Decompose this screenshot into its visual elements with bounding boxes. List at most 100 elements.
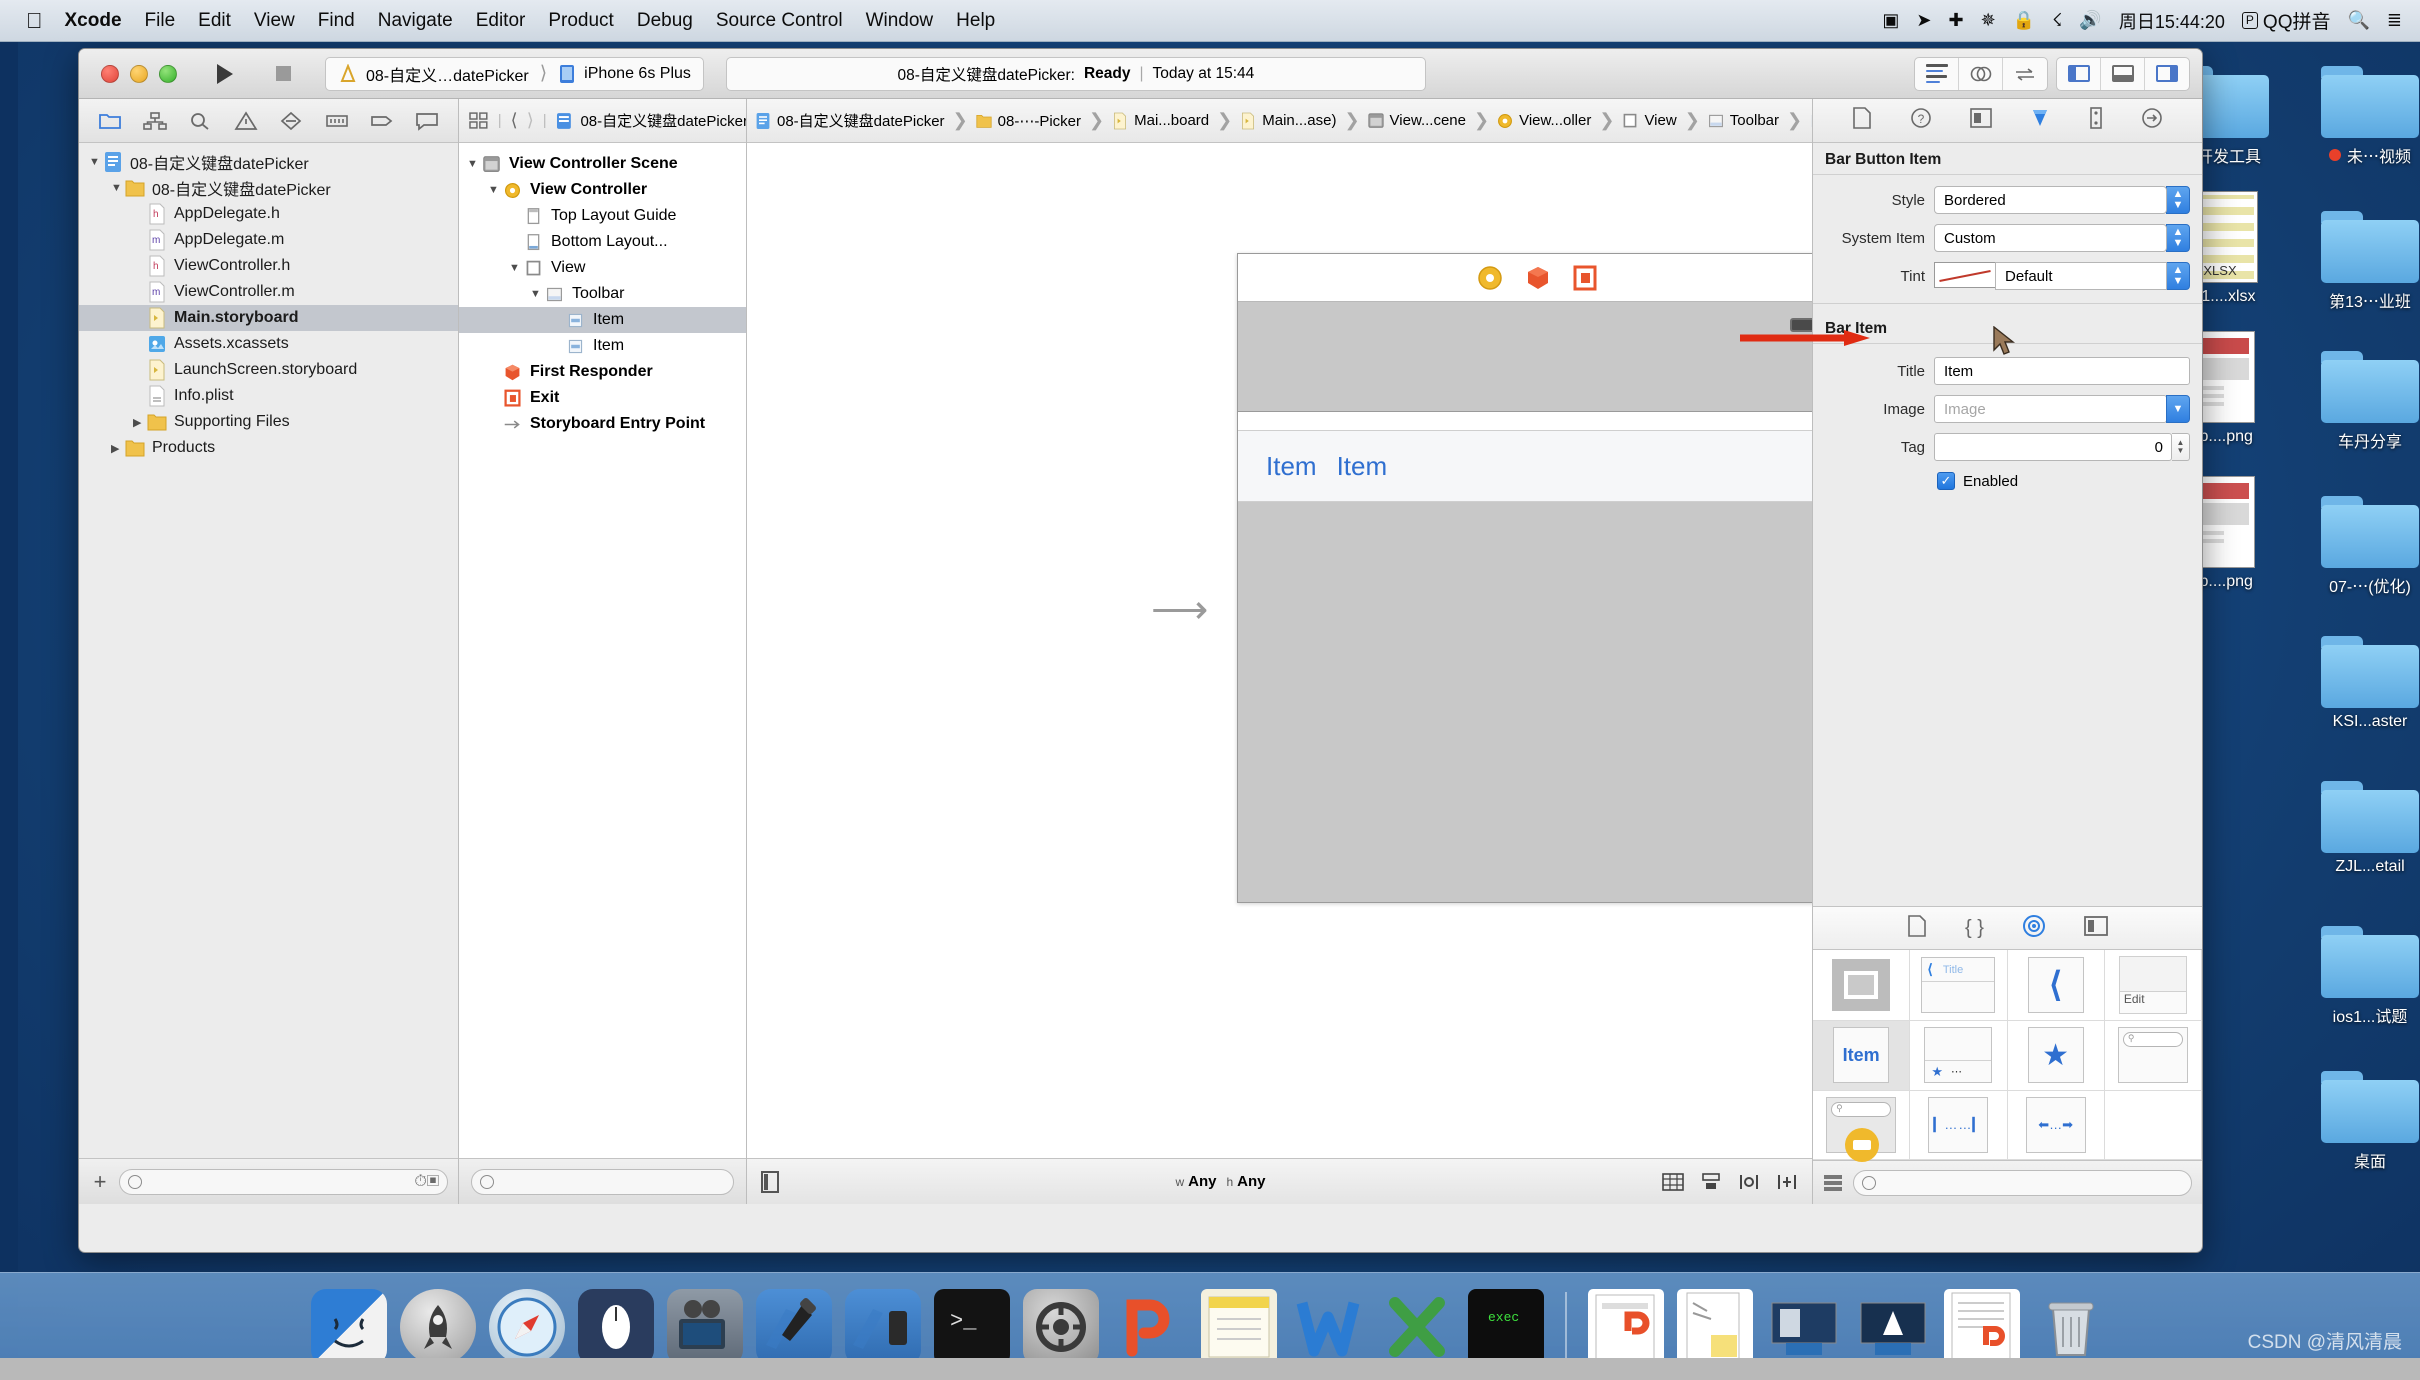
- disclosure-triangle-icon[interactable]: ▼: [530, 288, 544, 300]
- test-navigator-tab[interactable]: [278, 109, 304, 133]
- search-icon[interactable]: 🔍: [2347, 10, 2369, 31]
- size-inspector-tab[interactable]: [2089, 107, 2103, 134]
- file-tree-row[interactable]: Info.plist: [79, 383, 458, 409]
- outline-row[interactable]: ▼ View Controller Scene: [459, 151, 746, 177]
- breakpoint-navigator-tab[interactable]: [369, 109, 395, 133]
- size-class-indicator[interactable]: w Any h Any: [1175, 1173, 1265, 1190]
- toolbar-bar-button-item-2[interactable]: Item: [1337, 451, 1388, 482]
- object-library-grid[interactable]: ⟨ Title ⟨ Edit Item ★ ⋯ ★ ⚲ ⚲ ▎……▎ ⬅…➡: [1813, 950, 2202, 1162]
- menu-item-xcode[interactable]: Xcode: [65, 10, 122, 32]
- menu-item-editor[interactable]: Editor: [476, 10, 526, 32]
- outline-row[interactable]: Storyboard Entry Point: [459, 411, 746, 437]
- dock-recent-screen-doc-1[interactable]: [1766, 1289, 1842, 1365]
- tint-popup[interactable]: Default: [1995, 262, 2167, 290]
- bluetooth-icon[interactable]: ✵: [1981, 10, 1996, 31]
- file-tree-row[interactable]: ▼ 08-自定义键盘datePicker: [79, 149, 458, 175]
- dock-app-finder[interactable]: [311, 1288, 387, 1375]
- chevron-updown-icon[interactable]: ▲ ▼: [2166, 224, 2190, 252]
- standard-editor-button[interactable]: [1915, 57, 1959, 90]
- dock-recent-screen-doc-2[interactable]: [1855, 1289, 1931, 1365]
- file-tree-row[interactable]: ▶ Supporting Files: [79, 409, 458, 435]
- menu-bar-clock[interactable]: 周日15:44:20: [2119, 8, 2225, 34]
- menu-item-help[interactable]: Help: [956, 10, 995, 32]
- outline-row[interactable]: ▼ View: [459, 255, 746, 281]
- file-tree-row[interactable]: LaunchScreen.storyboard: [79, 357, 458, 383]
- title-input[interactable]: Item: [1934, 357, 2190, 385]
- desktop-icon[interactable]: 桌面: [2285, 1065, 2420, 1172]
- library-item-tab-bar-item[interactable]: ★: [2007, 1021, 2105, 1091]
- toggle-navigator-button[interactable]: [2057, 57, 2101, 90]
- disclosure-open-icon[interactable]: ▼: [89, 156, 103, 168]
- library-item-bar-button-item[interactable]: Item: [1813, 1021, 1911, 1091]
- tint-color-swatch[interactable]: [1934, 262, 1996, 288]
- menu-item-debug[interactable]: Debug: [637, 10, 693, 32]
- constraints-icon[interactable]: [1662, 1172, 1684, 1192]
- file-tree-row[interactable]: Main.storyboard: [79, 305, 458, 331]
- enabled-checkbox[interactable]: ✓: [1937, 472, 1955, 490]
- menu-item-source-control[interactable]: Source Control: [716, 10, 843, 32]
- dock-app-quicktime[interactable]: [667, 1288, 743, 1375]
- library-search-input[interactable]: [1882, 1174, 2183, 1191]
- dock-trash[interactable]: [2033, 1289, 2109, 1365]
- location-icon[interactable]: ➤: [1916, 10, 1931, 31]
- filter-input[interactable]: [148, 1173, 409, 1190]
- first-responder-icon[interactable]: [1525, 265, 1551, 291]
- forward-button[interactable]: ⟩: [527, 110, 534, 131]
- file-tree-row[interactable]: ▼ 08-自定义键盘datePicker: [79, 175, 458, 201]
- desktop-icon[interactable]: 未⋯视频: [2285, 60, 2420, 167]
- close-button[interactable]: [101, 64, 119, 83]
- outline-row[interactable]: Top Layout Guide: [459, 203, 746, 229]
- vpn-shield-icon[interactable]: ☇: [2052, 10, 2062, 31]
- library-item-fixed-space-bar-button[interactable]: ▎……▎: [1910, 1090, 2008, 1160]
- version-editor-button[interactable]: [2003, 58, 2047, 90]
- input-method-indicator[interactable]: P QQ拼音: [2241, 7, 2330, 34]
- outline-row[interactable]: First Responder: [459, 359, 746, 385]
- chevron-updown-icon[interactable]: ▲ ▼: [2166, 186, 2190, 214]
- interface-builder-canvas[interactable]: ⟶ Item Item: [747, 143, 1812, 1158]
- find-navigator-tab[interactable]: [187, 109, 213, 133]
- quick-help-inspector-tab[interactable]: ?: [1910, 107, 1932, 134]
- outline-filter-field[interactable]: [471, 1168, 734, 1195]
- document-outline-toggle-icon[interactable]: [761, 1170, 779, 1193]
- back-button[interactable]: ⟨: [511, 110, 518, 131]
- outline-row[interactable]: ▼ Toolbar: [459, 281, 746, 307]
- debug-navigator-tab[interactable]: [324, 109, 350, 133]
- dock-app-xcode[interactable]: [756, 1288, 832, 1375]
- disclosure-open-icon[interactable]: ▼: [111, 182, 125, 194]
- outline-row[interactable]: ▼ View Controller: [459, 177, 746, 203]
- system-item-popup[interactable]: Custom: [1934, 224, 2167, 252]
- breadcrumb-item[interactable]: 08-自定义键盘datePicker: [755, 110, 945, 131]
- library-item-edit-bar-button[interactable]: Edit: [2104, 950, 2202, 1022]
- outline-row[interactable]: Item: [459, 307, 746, 333]
- view-controller-preview[interactable]: Item Item: [1237, 253, 1812, 903]
- connections-inspector-tab[interactable]: [2141, 107, 2163, 134]
- assistant-editor-button[interactable]: [1959, 57, 2003, 90]
- exit-icon[interactable]: [1573, 265, 1597, 291]
- desktop-icon[interactable]: ZJL...etail: [2285, 775, 2420, 876]
- project-navigator-tab[interactable]: [97, 109, 123, 133]
- filter-field[interactable]: ⏱▣: [119, 1168, 448, 1195]
- library-view-mode-icon[interactable]: [1823, 1174, 1843, 1192]
- symbol-navigator-tab[interactable]: [142, 109, 168, 133]
- breadcrumb-item[interactable]: Toolbar: [1708, 112, 1779, 130]
- dock-app-xcode-beta[interactable]: [845, 1288, 921, 1375]
- report-navigator-tab[interactable]: [414, 109, 440, 133]
- file-tree-row[interactable]: m AppDelegate.m: [79, 227, 458, 253]
- code-snippet-library-tab[interactable]: { }: [1965, 917, 1984, 940]
- media-library-tab[interactable]: [2084, 915, 2108, 941]
- menu-item-view[interactable]: View: [254, 10, 295, 32]
- style-popup[interactable]: Bordered: [1934, 186, 2167, 214]
- volume-icon[interactable]: 🔊: [2079, 10, 2101, 31]
- library-item-search-bar-scope[interactable]: ⚲: [1813, 1090, 1911, 1162]
- disclosure-triangle-icon[interactable]: ▼: [509, 262, 523, 274]
- library-item-search-bar[interactable]: ⚲: [2104, 1021, 2202, 1091]
- field-row-enabled[interactable]: ✓ Enabled: [1813, 466, 2202, 496]
- screen-record-icon[interactable]: ▣: [1882, 10, 1899, 31]
- dock-app-mouse[interactable]: [578, 1288, 654, 1375]
- library-search-field[interactable]: [1853, 1169, 2192, 1196]
- attributes-inspector-tab[interactable]: [2029, 107, 2051, 134]
- breadcrumb-item[interactable]: View: [1622, 112, 1677, 130]
- dock-app-keynote-p[interactable]: [1112, 1289, 1188, 1375]
- file-tree-row[interactable]: Assets.xcassets: [79, 331, 458, 357]
- file-tree-row[interactable]: h AppDelegate.h: [79, 201, 458, 227]
